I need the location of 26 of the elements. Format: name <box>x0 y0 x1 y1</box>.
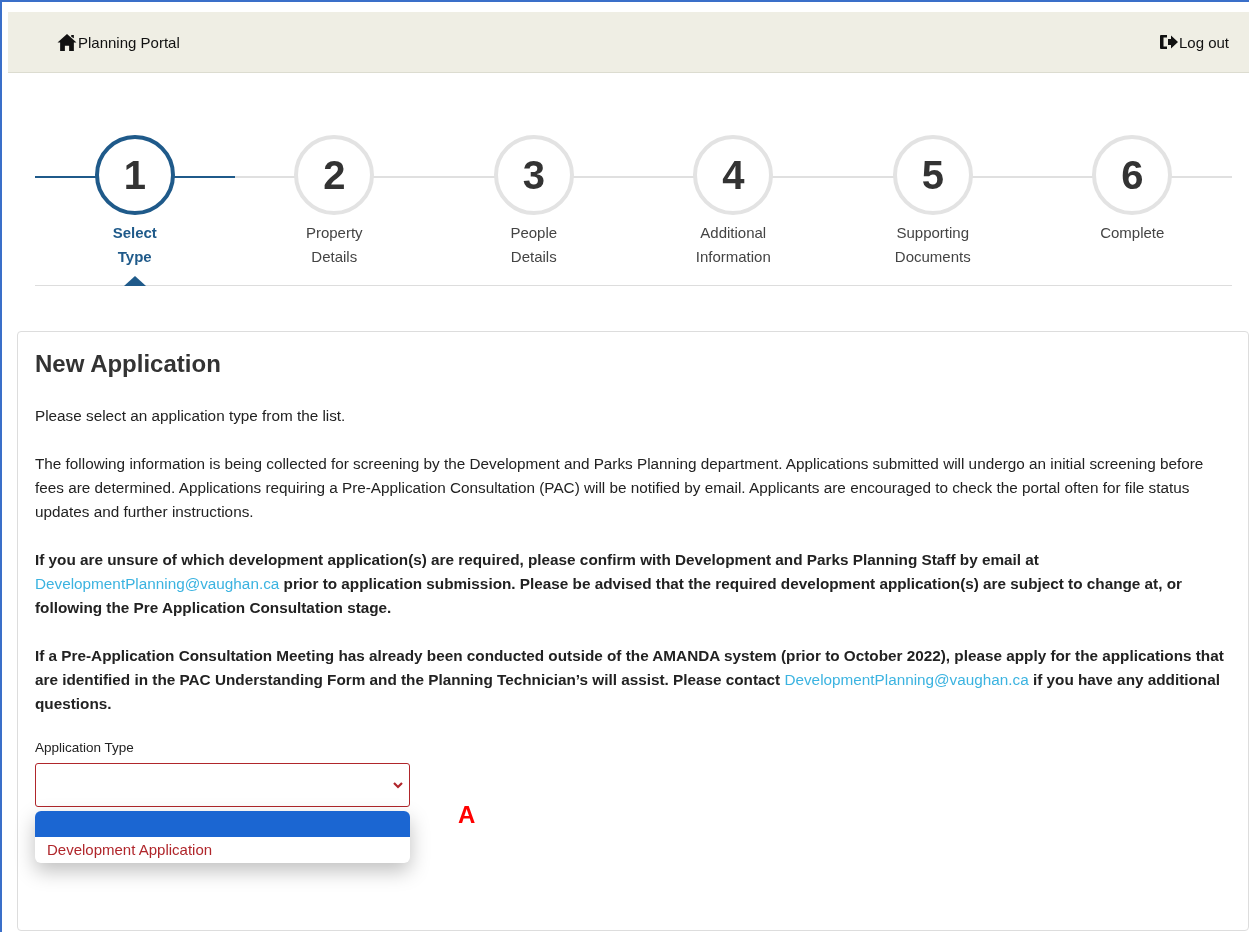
info-paragraph: If a Pre-Application Consultation Meeting has already been conducted outside of the AMANDA system (prior to October 2022), please apply for the applications that are identified in the PAC Understanding Form and the Planning Technician’s will assist. Please contact DevelopmentPlanning@vaughan.ca if you have any additional questions. <box>35 646 1225 714</box>
house-icon <box>56 32 78 52</box>
info-paragraph: Please select an application type from the list. <box>35 406 347 426</box>
step-label: Supporting Documents <box>894 223 971 267</box>
home-link[interactable]: Planning Portal <box>56 32 180 52</box>
sign-out-icon <box>1158 34 1179 50</box>
application-type-select[interactable] <box>35 763 410 807</box>
step-label: Additional Information <box>695 223 771 267</box>
card-title: New Application <box>35 350 222 378</box>
dropdown-option[interactable]: Development Application <box>35 837 410 863</box>
step-circle[interactable]: 6 <box>1092 135 1173 215</box>
step-circle[interactable]: 2 <box>294 135 375 215</box>
step-circle[interactable]: 3 <box>493 135 574 215</box>
step-label: People Details <box>510 223 558 267</box>
step-label: Select Type <box>112 223 157 267</box>
step-label: Property Details <box>305 223 363 267</box>
step-circle[interactable]: 1 <box>94 135 175 215</box>
logout-link[interactable]: Log out <box>1158 33 1229 51</box>
field-label: Application Type <box>35 740 135 755</box>
annotation-label: A <box>458 801 476 829</box>
step-circle[interactable]: 5 <box>892 135 973 215</box>
step-label: Complete <box>1100 223 1165 243</box>
step-circle[interactable]: 4 <box>693 135 774 215</box>
info-paragraph: The following information is being collected for screening by the Development and Parks Planning department. Applications submitted will undergo an initial screening before fees are determined. Applications requiring a Pre-Application Consultation (PAC) will be notified by email. Applicants are encouraged to check the portal often for file status updates and further instructions. <box>35 454 1205 522</box>
info-paragraph: If you are unsure of which development application(s) are required, please confirm with Development and Parks Planning Staff by email at DevelopmentPlanning@vaughan.ca prior to application submission. Please be advised that the required development application(s) are subject to change at, or following the Pre Application Consultation stage. <box>35 550 1183 618</box>
chevron-down-icon <box>393 781 403 789</box>
